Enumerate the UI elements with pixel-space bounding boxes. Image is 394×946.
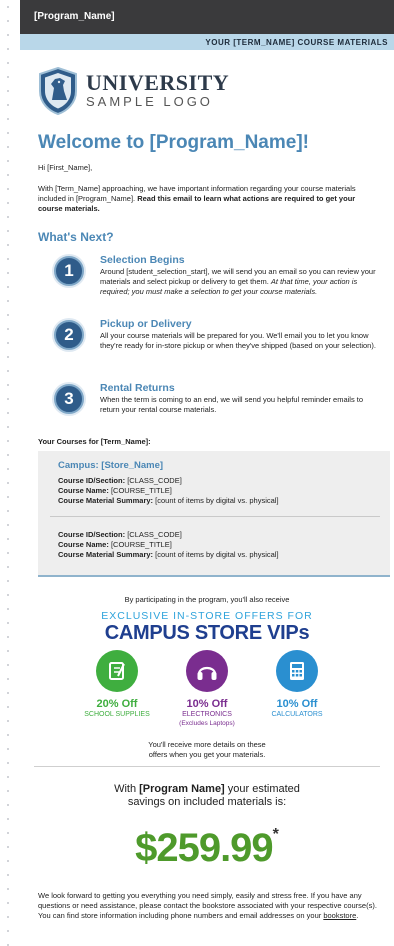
page-margin-dots: [6, 0, 10, 946]
receive-line-2: offers when you get your materials.: [148, 750, 266, 759]
step-number-badge: 3: [54, 384, 84, 414]
savings-program: [Program Name]: [139, 783, 225, 795]
shield-icon: [39, 67, 77, 115]
footer-end: .: [356, 911, 359, 920]
course-summary: [count of items by digital vs. physical]: [155, 496, 279, 505]
offers-headline: EXCLUSIVE IN-STORE OFFERS FOR: [101, 610, 313, 622]
savings-post: your estimated: [224, 783, 300, 795]
offer-percent: 10% Off: [186, 698, 228, 710]
offer-category: CALCULATORS: [271, 711, 323, 718]
campus-name: Campus: [Store_Name]: [58, 460, 164, 471]
course-id: [CLASS_CODE]: [127, 530, 182, 539]
email-body: [Program_Name] YOUR [TERM_NAME] COURSE M…: [20, 0, 394, 946]
calculator-icon: [276, 650, 318, 692]
offer-electronics: 10% Off ELECTRONICS (Excludes Laptops): [157, 650, 257, 728]
step-number-badge: 1: [54, 256, 84, 286]
step-title: Rental Returns: [100, 382, 175, 394]
step-text: Around [student_selection_start], we wil…: [100, 267, 380, 297]
university-logo: UNIVERSITY SAMPLE LOGO: [38, 67, 229, 115]
welcome-heading: Welcome to [Program_Name]!: [38, 132, 309, 153]
offer-school-supplies: 20% Off SCHOOL SUPPLIES: [67, 650, 167, 719]
price-value: $259.99: [135, 826, 274, 870]
offer-percent: 10% Off: [276, 698, 318, 710]
headphones-icon: [186, 650, 228, 692]
step-text: All your course materials will be prepar…: [100, 331, 376, 350]
greeting: Hi [First_Name],: [38, 163, 93, 172]
step-title: Selection Begins: [100, 254, 185, 266]
logo-line-1: UNIVERSITY: [86, 70, 230, 95]
notebook-icon: [96, 650, 138, 692]
course-divider: [50, 516, 380, 517]
savings-line-2: savings on included materials is:: [127, 796, 287, 808]
whats-next-heading: What's Next?: [38, 230, 114, 244]
course-id-label: Course ID/Section:: [58, 476, 126, 485]
step-number-badge: 2: [54, 320, 84, 350]
course-name-label: Course Name:: [58, 486, 109, 495]
course-summary-label: Course Material Summary:: [58, 496, 154, 505]
course-id: [CLASS_CODE]: [127, 476, 182, 485]
course-summary-label: Course Material Summary:: [58, 550, 154, 559]
receive-line-1: You'll receive more details on these: [148, 740, 266, 749]
course-entry: Course ID/Section: [CLASS_CODE] Course N…: [58, 530, 279, 560]
course-name: [COURSE_TITLE]: [110, 486, 172, 495]
offers-receive-text: You'll receive more details on these off…: [20, 740, 394, 760]
offer-percent: 20% Off: [96, 698, 138, 710]
vips-title: CAMPUS STORE VIPs: [104, 622, 310, 644]
offer-category: SCHOOL SUPPLIES: [84, 711, 150, 718]
course-id-label: Course ID/Section:: [58, 530, 126, 539]
price-asterisk: *: [272, 826, 279, 843]
offers-intro: By participating in the program, you'll …: [124, 595, 290, 604]
course-materials-bar: YOUR [TERM_NAME] COURSE MATERIALS: [20, 34, 394, 50]
bookstore-link[interactable]: bookstore: [323, 911, 356, 920]
savings-pre: With: [114, 783, 140, 795]
courses-label: Your Courses for [Term_Name]:: [38, 437, 151, 446]
step-text: When the term is coming to an end, we wi…: [100, 395, 364, 414]
offer-category: ELECTRONICS: [182, 711, 232, 718]
course-name: [COURSE_TITLE]: [110, 540, 172, 549]
intro-paragraph: With [Term_Name] approaching, we have im…: [38, 184, 378, 214]
step-title: Pickup or Delivery: [100, 318, 192, 330]
course-entry: Course ID/Section: [CLASS_CODE] Course N…: [58, 476, 279, 506]
section-divider: [34, 766, 380, 767]
footer-paragraph: We look forward to getting you everythin…: [38, 891, 390, 921]
offer-note: (Excludes Laptops): [179, 720, 235, 727]
offer-calculators: 10% Off CALCULATORS: [247, 650, 347, 719]
savings-price: $259.99*: [20, 826, 394, 871]
course-name-label: Course Name:: [58, 540, 109, 549]
top-bar: [Program_Name]: [20, 0, 394, 34]
program-name-header: [Program_Name]: [34, 11, 115, 22]
savings-text: With [Program Name] your estimated savin…: [20, 783, 394, 809]
logo-line-2: SAMPLE LOGO: [86, 94, 213, 109]
courses-box: Campus: [Store_Name] Course ID/Section: …: [38, 451, 390, 577]
course-summary: [count of items by digital vs. physical]: [155, 550, 279, 559]
